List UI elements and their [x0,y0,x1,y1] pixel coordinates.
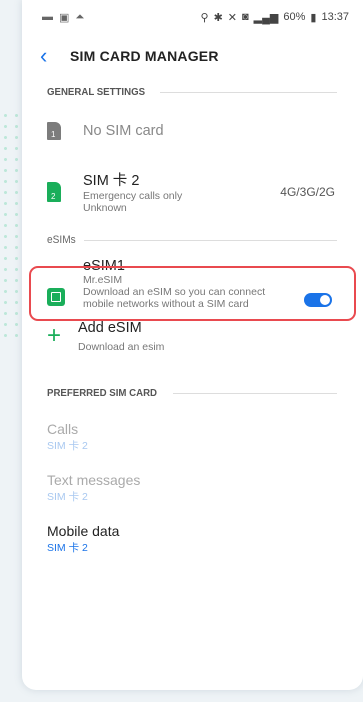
location-icon: ⚲ [200,11,209,24]
app-header: ‹ SIM CARD MANAGER [22,34,363,78]
esim1-toggle[interactable] [304,293,332,307]
sim2-operator: Unknown [83,202,127,214]
section-esims-label: eSIMs [47,234,76,246]
sim2-label: SIM 卡 2 [83,173,140,189]
plus-icon: + [47,322,62,349]
esim-chip-icon [47,288,65,306]
signal-icon: ▂▄▆ [253,11,279,24]
page-title: SIM CARD MANAGER [70,48,219,64]
bluetooth-icon: ✱ [213,11,223,24]
data-value: SIM 卡 2 [47,542,88,554]
pref-texts-row[interactable]: Text messages SIM 卡 2 [22,472,363,503]
sim2-row[interactable]: 2 SIM 卡 2 Emergency calls only Unknown 4… [22,169,363,214]
phone-screen: ▬ ▣ ⏶ ⚲ ✱ ✕ ◙ ▂▄▆ 60% ▮ 13:37 ‹ SIM CARD… [22,0,363,690]
gallery-icon: ▣ [59,11,70,24]
battery-icon: ▮ [310,11,317,24]
section-general: GENERAL SETTINGS [22,84,363,100]
divider [84,239,337,241]
chevron-left-icon[interactable]: ‹ [40,43,70,69]
calls-value: SIM 卡 2 [47,440,88,452]
data-label: Mobile data [47,523,120,539]
status-bar: ▬ ▣ ⏶ ⚲ ✱ ✕ ◙ ▂▄▆ 60% ▮ 13:37 [22,0,363,34]
sim1-row[interactable]: 1 No SIM card [22,122,363,140]
toggle-knob [319,294,331,306]
add-esim-sub: Download an esim [78,341,165,353]
texts-label: Text messages [47,472,141,488]
pref-data-row[interactable]: Mobile data SIM 卡 2 [22,523,363,554]
section-general-label: GENERAL SETTINGS [47,86,146,98]
sim-card-icon: 1 [47,122,61,140]
section-esims: eSIMs [22,232,363,248]
clock: 13:37 [321,11,349,23]
mute-icon: ✕ [227,11,237,24]
pref-calls-row[interactable]: Calls SIM 卡 2 [22,421,363,452]
divider [159,91,337,93]
upload-icon: ⏶ [75,10,85,23]
sim2-status: Emergency calls only [83,190,183,202]
texts-value: SIM 卡 2 [47,491,88,503]
sim1-label: No SIM card [83,123,164,139]
divider [172,392,337,394]
sim-card-icon: 2 [47,181,61,202]
section-preferred-label: PREFERRED SIM CARD [47,387,158,399]
section-preferred: PREFERRED SIM CARD [22,385,363,401]
message-icon: ▬ [42,11,53,23]
add-esim-label: Add eSIM [78,320,142,336]
battery-percent: 60% [283,11,306,23]
add-esim-row[interactable]: + Add eSIM Download an esim [22,320,363,353]
network-mode: 4G/3G/2G [280,184,335,199]
calls-label: Calls [47,421,79,437]
nfc-icon: ◙ [242,11,249,23]
